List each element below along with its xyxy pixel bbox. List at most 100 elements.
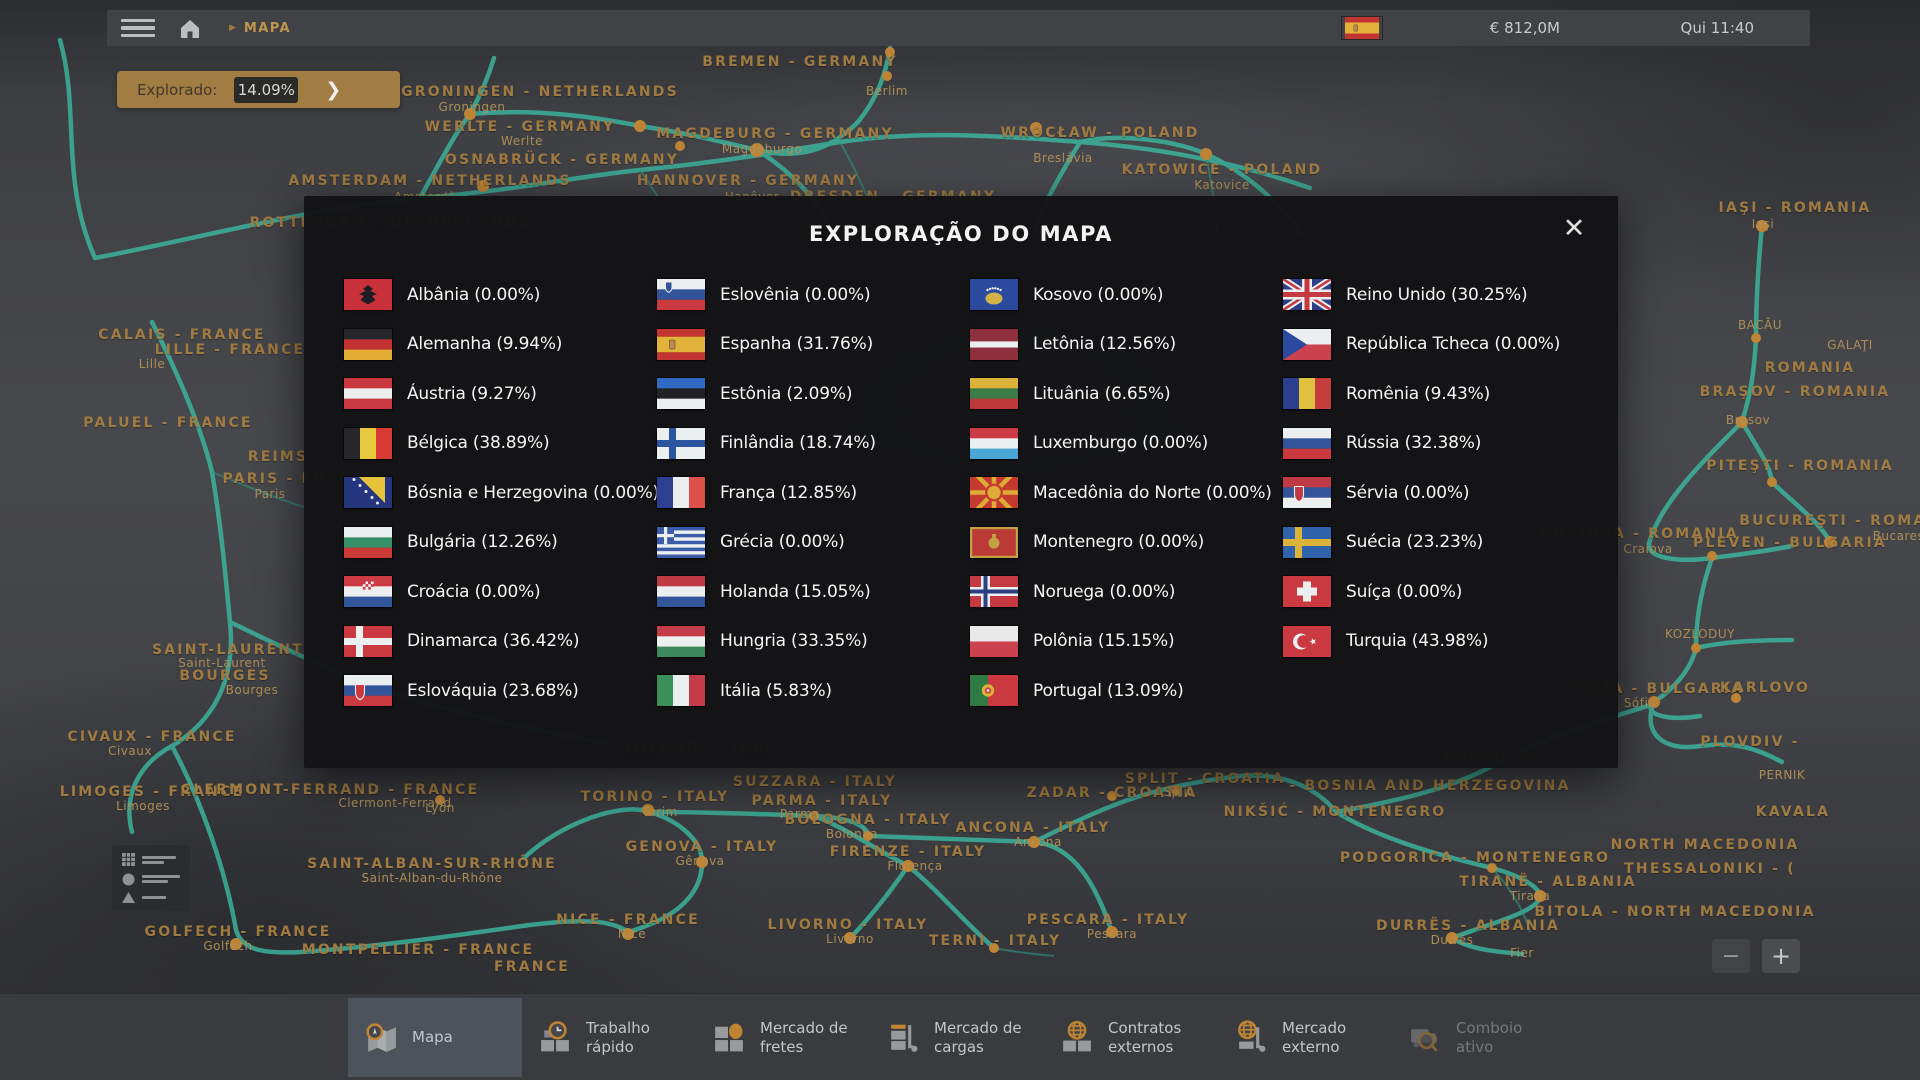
game-screen: BREMEN - GERMANYGRONINGEN - NETHERLANDSG… — [0, 0, 1920, 1080]
country-flag — [344, 428, 392, 459]
country-exploration-grid: Albânia (0.00%) Alemanha (9.94%) Áustria (… — [344, 270, 1618, 716]
nav-item-label: Trabalho rápido — [586, 1019, 684, 1057]
country-row: Lituânia (6.65%) — [970, 378, 1283, 409]
country-flag — [1283, 428, 1331, 459]
country-flag — [1283, 378, 1331, 409]
country-label: Macedônia do Norte (0.00%) — [1033, 483, 1272, 503]
country-row: Romênia (9.43%) — [1283, 378, 1596, 409]
nav-item-label: Mercado de fretes — [760, 1019, 858, 1057]
country-label: Grécia (0.00%) — [720, 532, 845, 552]
country-label: Eslováquia (23.68%) — [407, 681, 579, 701]
country-label: Letônia (12.56%) — [1033, 334, 1176, 354]
nav-item-external-market[interactable]: Mercado externo — [1218, 998, 1392, 1077]
country-label: Espanha (31.76%) — [720, 334, 873, 354]
country-label: República Tcheca (0.00%) — [1346, 334, 1560, 354]
country-row: Finlândia (18.74%) — [657, 428, 970, 459]
nav-item-label: Comboio ativo — [1456, 1019, 1554, 1057]
breadcrumb-chevron-icon: ▶ — [229, 23, 236, 33]
zoom-out-button[interactable]: − — [1712, 939, 1750, 973]
grid-icon — [122, 853, 135, 866]
nav-item-label: Mercado externo — [1282, 1019, 1380, 1057]
nav-item-map[interactable]: Mapa — [348, 998, 522, 1077]
explored-value: 14.09% — [234, 77, 298, 103]
country-label: Alemanha (9.94%) — [407, 334, 562, 354]
country-row: Suécia (23.23%) — [1283, 527, 1596, 558]
country-label: Luxemburgo (0.00%) — [1033, 433, 1208, 453]
country-row: Sérvia (0.00%) — [1283, 477, 1596, 508]
nav-item-label: Mapa — [412, 1028, 510, 1047]
close-icon[interactable]: ✕ — [1552, 206, 1596, 250]
game-time: Qui 11:40 — [1681, 19, 1754, 37]
nav-item-freight-market[interactable]: Mercado de fretes — [696, 998, 870, 1077]
map-icon — [362, 1019, 399, 1056]
country-flag — [1283, 626, 1331, 657]
country-row: Bélgica (38.89%) — [344, 428, 657, 459]
country-flag — [970, 279, 1018, 310]
map-exploration-dialog: EXPLORAÇÃO DO MAPA ✕ Albânia (0.00%) Alem… — [304, 196, 1618, 768]
country-label: Kosovo (0.00%) — [1033, 285, 1163, 305]
country-label: Croácia (0.00%) — [407, 582, 540, 602]
triangle-icon — [122, 892, 135, 903]
player-country-flag[interactable] — [1342, 17, 1382, 39]
country-flag — [344, 477, 392, 508]
country-flag — [1283, 477, 1331, 508]
country-label: Dinamarca (36.42%) — [407, 631, 579, 651]
country-row: Polônia (15.15%) — [970, 626, 1283, 657]
expand-chevron-icon[interactable]: ❯ — [325, 79, 341, 101]
nav-item-active-convoy: Comboio ativo — [1392, 998, 1566, 1077]
country-row: Luxemburgo (0.00%) — [970, 428, 1283, 459]
country-label: Áustria (9.27%) — [407, 384, 537, 404]
country-label: Holanda (15.05%) — [720, 582, 871, 602]
country-flag — [1283, 576, 1331, 607]
legend-row-city — [122, 873, 180, 886]
country-row: Dinamarca (36.42%) — [344, 626, 657, 657]
country-row: Hungria (33.35%) — [657, 626, 970, 657]
map-legend-panel[interactable] — [112, 845, 190, 911]
country-row: Macedônia do Norte (0.00%) — [970, 477, 1283, 508]
nav-item-external-contracts[interactable]: Contratos externos — [1044, 998, 1218, 1077]
dialog-title: EXPLORAÇÃO DO MAPA — [304, 222, 1618, 246]
country-label: Suíça (0.00%) — [1346, 582, 1462, 602]
country-label: Itália (5.83%) — [720, 681, 832, 701]
country-flag — [657, 378, 705, 409]
nav-item-cargo-market[interactable]: Mercado de cargas — [870, 998, 1044, 1077]
country-row: Estônia (2.09%) — [657, 378, 970, 409]
country-flag — [344, 527, 392, 558]
country-label: Bulgária (12.26%) — [407, 532, 558, 552]
menu-icon[interactable] — [121, 19, 155, 38]
country-row: Grécia (0.00%) — [657, 527, 970, 558]
country-row: França (12.85%) — [657, 477, 970, 508]
country-row: Bósnia e Herzegovina (0.00%) — [344, 477, 657, 508]
country-flag — [657, 675, 705, 706]
country-label: Turquia (43.98%) — [1346, 631, 1488, 651]
country-label: Lituânia (6.65%) — [1033, 384, 1170, 404]
country-row: Espanha (31.76%) — [657, 329, 970, 360]
country-label: Albânia (0.00%) — [407, 285, 540, 305]
country-flag — [344, 576, 392, 607]
country-label: Bélgica (38.89%) — [407, 433, 549, 453]
country-label: Suécia (23.23%) — [1346, 532, 1483, 552]
nav-item-quick-job[interactable]: Trabalho rápido — [522, 998, 696, 1077]
country-label: Portugal (13.09%) — [1033, 681, 1184, 701]
explored-badge[interactable]: Explorado: 14.09% ❯ — [117, 71, 400, 108]
country-label: Romênia (9.43%) — [1346, 384, 1490, 404]
country-flag — [657, 626, 705, 657]
country-row: Montenegro (0.00%) — [970, 527, 1283, 558]
country-flag — [657, 329, 705, 360]
country-row: Reino Unido (30.25%) — [1283, 279, 1596, 310]
country-row: Kosovo (0.00%) — [970, 279, 1283, 310]
country-flag — [970, 378, 1018, 409]
country-label: Finlândia (18.74%) — [720, 433, 876, 453]
country-flag — [657, 527, 705, 558]
external-contracts-icon — [1058, 1019, 1095, 1056]
zoom-in-button[interactable]: + — [1762, 939, 1800, 973]
country-flag — [344, 378, 392, 409]
country-label: Sérvia (0.00%) — [1346, 483, 1469, 503]
home-icon[interactable] — [177, 16, 203, 40]
explored-label: Explorado: — [137, 81, 217, 99]
country-flag — [657, 477, 705, 508]
cargo-market-icon — [884, 1019, 921, 1056]
country-flag — [970, 477, 1018, 508]
country-flag — [344, 626, 392, 657]
country-row: Turquia (43.98%) — [1283, 626, 1596, 657]
